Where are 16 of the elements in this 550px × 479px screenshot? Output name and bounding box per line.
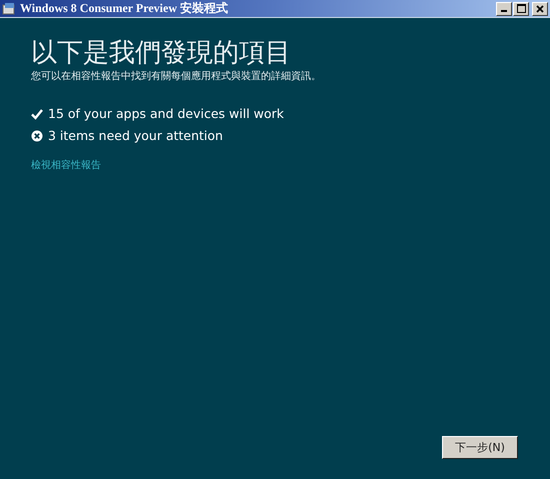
maximize-button[interactable] — [513, 2, 529, 16]
subtitle: 您可以在相容性報告中找到有關每個應用程式與裝置的詳細資訊。 — [31, 70, 322, 84]
close-icon — [536, 4, 544, 12]
result-text: 15 of your apps and devices will work — [48, 106, 284, 122]
installer-icon — [2, 2, 16, 16]
window-title: Windows 8 Consumer Preview 安裝程式 — [20, 0, 228, 17]
error-icon — [31, 130, 43, 142]
checkmark-icon — [31, 108, 43, 120]
minimize-icon — [501, 10, 507, 12]
maximize-icon — [516, 4, 526, 13]
next-button[interactable]: 下一步(N) — [442, 436, 518, 459]
close-button[interactable] — [532, 2, 548, 16]
minimize-button[interactable] — [496, 2, 512, 16]
compatibility-report-link[interactable]: 檢視相容性報告 — [31, 158, 101, 172]
result-text: 3 items need your attention — [48, 128, 223, 144]
page-heading: 以下是我們發現的項目 — [31, 38, 292, 68]
